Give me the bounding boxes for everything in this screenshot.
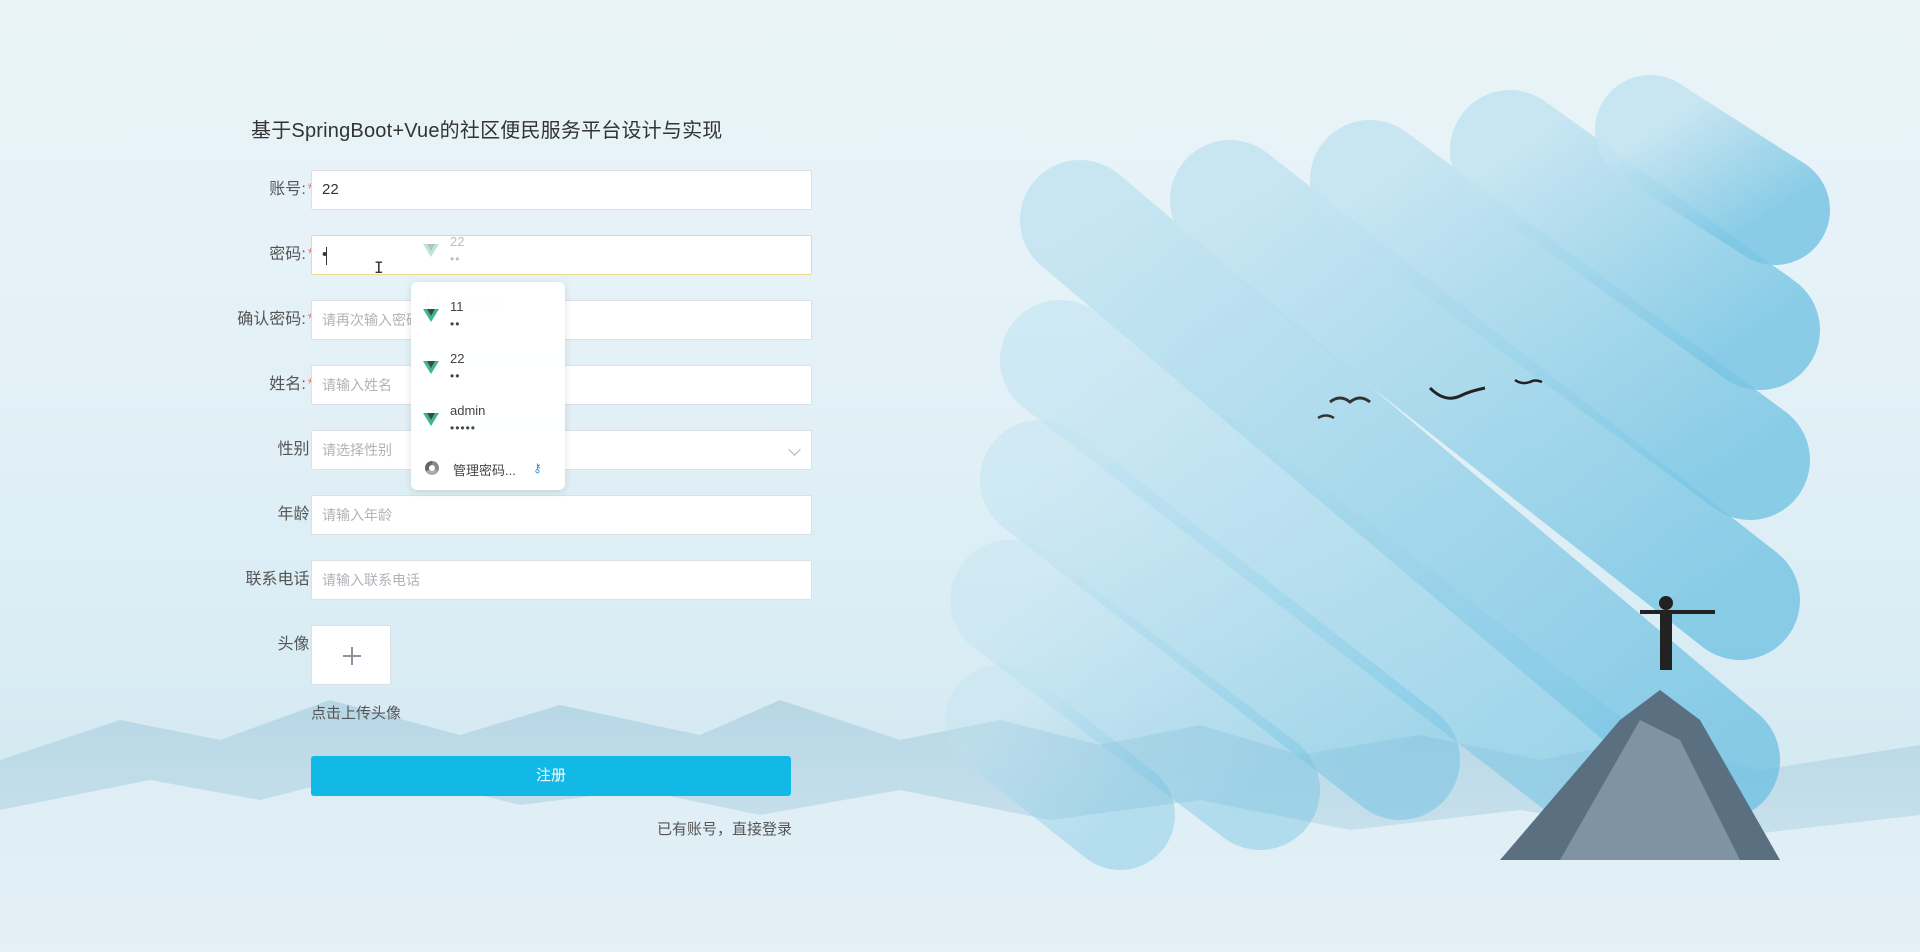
phone-input[interactable]: 请输入联系电话 (311, 560, 812, 600)
ibeam-cursor-icon: I (374, 258, 384, 277)
chevron-down-icon (788, 443, 801, 456)
vue-logo-icon (423, 309, 439, 322)
account-label: 账号:* (269, 181, 314, 198)
chrome-icon (425, 461, 439, 475)
account-row: 账号:* 22 (200, 170, 812, 210)
age-row: 年龄: 请输入年龄 (200, 495, 812, 535)
name-label: 姓名:* (269, 376, 314, 393)
confirm-password-label: 确认密码:* (237, 311, 314, 328)
gender-label: 性别: (277, 441, 314, 458)
age-label: 年龄: (277, 506, 314, 523)
password-row: 密码:* • (200, 235, 812, 275)
avatar-upload-hint: 点击上传头像 (311, 705, 402, 722)
register-button[interactable]: 注册 (311, 756, 791, 796)
login-link[interactable]: 已有账号，直接登录 (657, 818, 792, 839)
password-input[interactable]: • (311, 235, 812, 275)
manage-passwords-item[interactable]: 管理密码... ⚷ (411, 452, 565, 486)
phone-row: 联系电话: 请输入联系电话 (200, 560, 812, 600)
avatar-row: 头像: (200, 625, 792, 665)
vue-logo-icon (423, 361, 439, 374)
gender-select-placeholder: 请选择性别 (322, 442, 392, 458)
avatar-upload[interactable] (311, 625, 391, 685)
autofill-item[interactable]: admin ••••• (411, 399, 565, 443)
key-icon: ⚷ (533, 461, 542, 475)
phone-label: 联系电话: (245, 571, 314, 588)
account-input[interactable]: 22 (311, 170, 812, 210)
vue-logo-icon (423, 413, 439, 426)
avatar-label: 头像: (277, 636, 314, 653)
age-input[interactable]: 请输入年龄 (311, 495, 812, 535)
page-title: 基于SpringBoot+Vue的社区便民服务平台设计与实现 (251, 120, 723, 142)
autofill-item[interactable]: 22 •• (411, 347, 565, 391)
autofill-dropdown: 11 •• 22 •• admin ••••• 管理密码... ⚷ (411, 282, 565, 490)
password-label: 密码:* (269, 246, 314, 263)
text-caret (326, 247, 327, 265)
autofill-item[interactable]: 11 •• (411, 295, 565, 339)
